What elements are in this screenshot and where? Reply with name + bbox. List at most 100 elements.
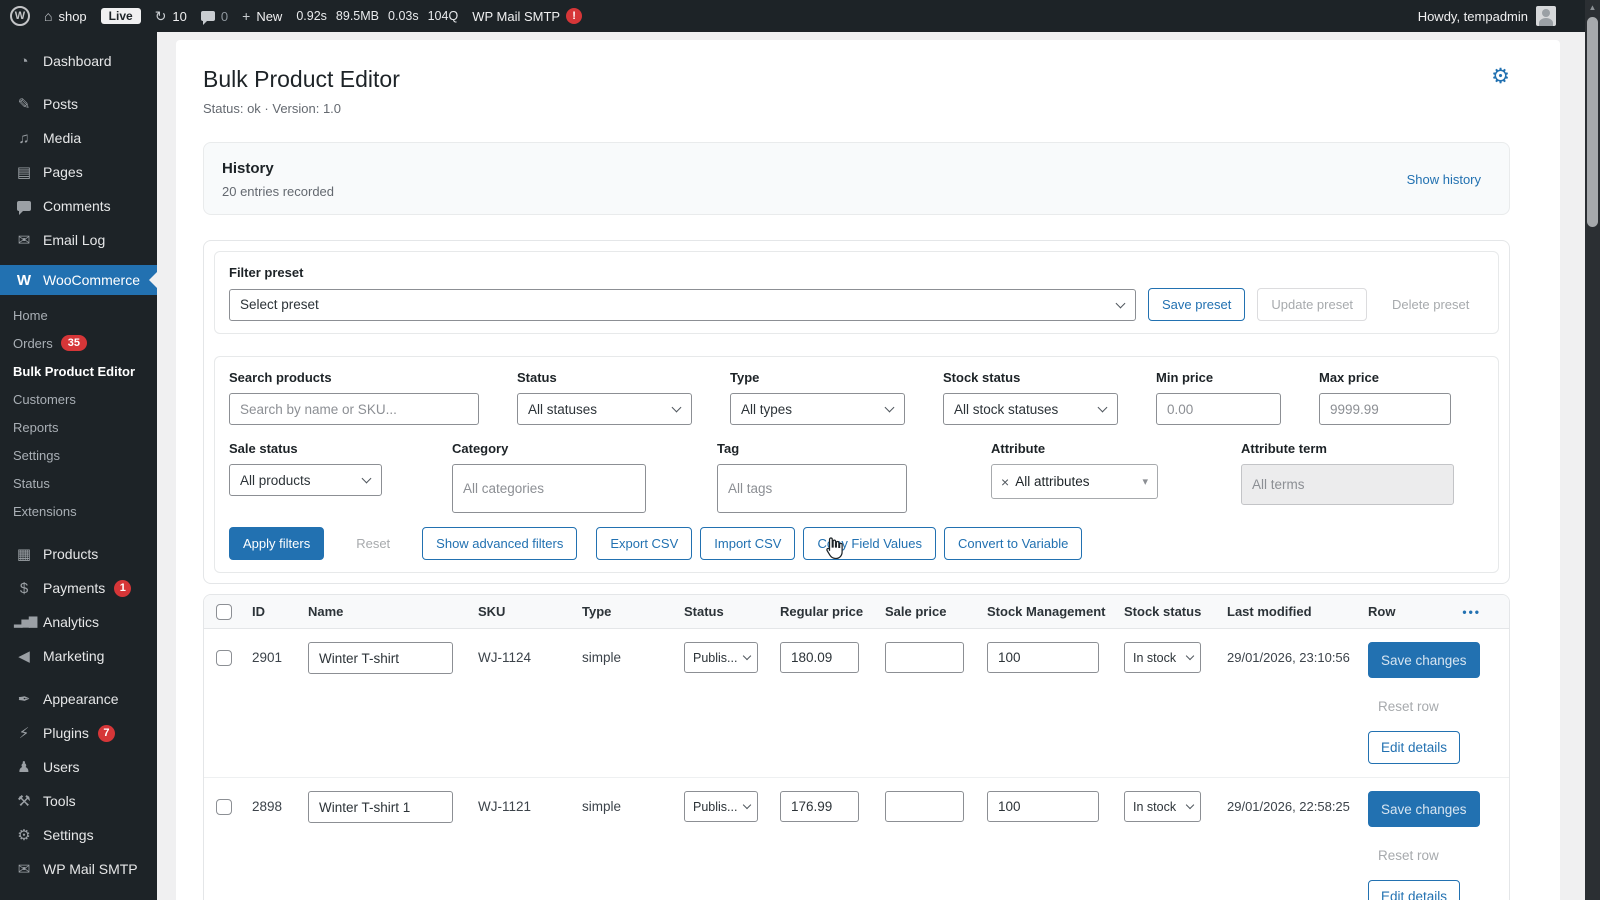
product-status-select[interactable]: Publis... (684, 791, 758, 822)
submenu-item-bulk-product-editor[interactable]: Bulk Product Editor (0, 357, 157, 385)
submenu-item-reports[interactable]: Reports (0, 413, 157, 441)
submenu-item-extensions[interactable]: Extensions (0, 497, 157, 525)
sidebar-item-payments[interactable]: $ Payments 1 (0, 571, 157, 605)
sidebar-item-email-log[interactable]: ✉ Email Log (0, 223, 157, 257)
posts-icon: ✎ (14, 97, 34, 112)
reset-row-button[interactable]: Reset row (1378, 699, 1439, 714)
comments-count: 0 (221, 9, 228, 24)
submenu-label: Extensions (13, 504, 77, 519)
remove-attribute-icon[interactable]: × (1001, 474, 1009, 490)
delete-preset-button[interactable]: Delete preset (1379, 288, 1482, 321)
updates-link[interactable]: ↻ 10 (155, 9, 187, 24)
scrollbar-up-arrow[interactable]: ▲ (1585, 3, 1600, 12)
attribute-term-input[interactable] (1241, 464, 1454, 505)
submenu-label: Bulk Product Editor (13, 364, 135, 379)
perf-queries: 104Q (428, 9, 459, 23)
page-scrollbar[interactable]: ▲ (1585, 0, 1600, 900)
sidebar-item-dashboard[interactable]: ◔ Dashboard (0, 44, 157, 78)
stock-status-select[interactable]: In stock (1124, 791, 1201, 822)
import-csv-button[interactable]: Import CSV (700, 527, 795, 560)
tag-input[interactable] (717, 464, 907, 513)
save-changes-button[interactable]: Save changes (1368, 791, 1480, 827)
min-price-input[interactable] (1156, 393, 1281, 425)
users-icon: ♟ (14, 760, 34, 775)
sidebar-item-settings[interactable]: ⚙ Settings (0, 818, 157, 852)
stock-quantity-input[interactable] (987, 642, 1099, 673)
submenu-item-customers[interactable]: Customers (0, 385, 157, 413)
sidebar-item-posts[interactable]: ✎ Posts (0, 87, 157, 121)
sale-price-input[interactable] (885, 642, 964, 673)
product-name-input[interactable] (308, 791, 453, 823)
submenu-item-settings[interactable]: Settings (0, 441, 157, 469)
convert-to-variable-button[interactable]: Convert to Variable (944, 527, 1082, 560)
sidebar-item-appearance[interactable]: ✒ Appearance (0, 682, 157, 716)
sidebar-item-woocommerce[interactable]: W WooCommerce (0, 265, 157, 295)
edit-details-button[interactable]: Edit details (1368, 731, 1460, 764)
category-label: Category (452, 441, 646, 456)
type-select[interactable]: All types (730, 393, 905, 425)
sidebar-item-tools[interactable]: ⚒ Tools (0, 784, 157, 818)
show-advanced-filters-button[interactable]: Show advanced filters (422, 527, 577, 560)
new-content-link[interactable]: + New (242, 9, 282, 24)
row-checkbox[interactable] (216, 650, 232, 666)
submenu-item-orders[interactable]: Orders 35 (0, 329, 157, 357)
sidebar-item-pages[interactable]: ▤ Pages (0, 155, 157, 189)
max-price-input[interactable] (1319, 393, 1451, 425)
reset-filters-button[interactable]: Reset (343, 527, 403, 560)
scrollbar-thumb[interactable] (1587, 17, 1598, 227)
wp-logo-menu[interactable]: W (10, 6, 30, 26)
wp-mail-smtp-icon: ✉ (14, 862, 34, 877)
sidebar-item-users[interactable]: ♟ Users (0, 750, 157, 784)
sidebar-item-comments[interactable]: Comments (0, 189, 157, 223)
site-name-link[interactable]: ⌂ shop (44, 9, 87, 24)
wp-mail-smtp-link[interactable]: WP Mail SMTP ! (472, 8, 582, 24)
sidebar-item-media[interactable]: ♫ Media (0, 121, 157, 155)
sidebar-item-marketing[interactable]: ◀ Marketing (0, 639, 157, 673)
sidebar-item-products[interactable]: ▦ Products (0, 537, 157, 571)
sidebar-label: Pages (43, 164, 83, 180)
column-options-icon[interactable]: ••• (1462, 605, 1481, 619)
page-settings-gear-icon[interactable]: ⚙ (1491, 66, 1510, 87)
save-preset-button[interactable]: Save preset (1148, 288, 1245, 321)
submenu-item-status[interactable]: Status (0, 469, 157, 497)
show-history-link[interactable]: Show history (1407, 172, 1481, 187)
sale-status-label: Sale status (229, 441, 382, 456)
sidebar-item-analytics[interactable]: ▂▅▇ Analytics (0, 605, 157, 639)
perf-time2: 0.03s (388, 9, 419, 23)
apply-filters-button[interactable]: Apply filters (229, 527, 324, 560)
save-changes-button[interactable]: Save changes (1368, 642, 1480, 678)
preset-select[interactable]: Select preset (229, 289, 1136, 321)
attribute-select[interactable]: × All attributes ▾ (991, 464, 1158, 499)
select-all-checkbox[interactable] (216, 604, 232, 620)
sidebar-label: Tools (43, 793, 76, 809)
regular-price-input[interactable] (780, 791, 859, 822)
product-name-input[interactable] (308, 642, 453, 674)
row-checkbox[interactable] (216, 799, 232, 815)
user-avatar[interactable] (1536, 6, 1556, 26)
stock-status-select[interactable]: In stock (1124, 642, 1201, 673)
payments-icon: $ (14, 581, 34, 596)
export-csv-button[interactable]: Export CSV (596, 527, 692, 560)
howdy-account-link[interactable]: Howdy, tempadmin (1418, 9, 1528, 24)
copy-field-values-button[interactable]: Copy Field Values (803, 527, 936, 560)
search-products-input[interactable] (229, 393, 479, 425)
sidebar-item-wp-mail-smtp[interactable]: ✉ WP Mail SMTP (0, 852, 157, 886)
sale-status-select[interactable]: All products (229, 464, 382, 496)
reset-row-button[interactable]: Reset row (1378, 848, 1439, 863)
update-preset-button[interactable]: Update preset (1257, 288, 1367, 321)
sale-price-input[interactable] (885, 791, 964, 822)
product-status-select[interactable]: Publis... (684, 642, 758, 673)
attribute-select-value: All attributes (1015, 474, 1089, 489)
product-status-value: Publis... (693, 800, 737, 814)
status-select[interactable]: All statuses (517, 393, 692, 425)
stock-quantity-input[interactable] (987, 791, 1099, 822)
regular-price-input[interactable] (780, 642, 859, 673)
stock-status-select[interactable]: All stock statuses (943, 393, 1118, 425)
edit-details-button[interactable]: Edit details (1368, 880, 1460, 900)
col-header-name: Name (308, 604, 478, 619)
comments-link[interactable]: 0 (201, 9, 228, 24)
col-header-status: Status (684, 604, 780, 619)
submenu-item-home[interactable]: Home (0, 301, 157, 329)
category-input[interactable] (452, 464, 646, 513)
sidebar-item-plugins[interactable]: ⚡ Plugins 7 (0, 716, 157, 750)
